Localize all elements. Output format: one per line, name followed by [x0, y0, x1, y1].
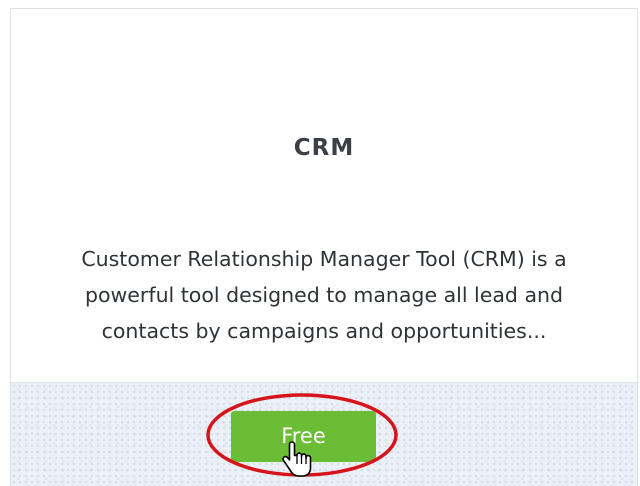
free-button[interactable]: Free — [231, 411, 376, 462]
card-footer: Free — [11, 382, 637, 486]
app-description: Customer Relationship Manager Tool (CRM)… — [81, 247, 567, 343]
app-logo: CRM — [293, 135, 355, 161]
app-card: CRM Customer Relationship Manager Tool (… — [10, 8, 638, 486]
